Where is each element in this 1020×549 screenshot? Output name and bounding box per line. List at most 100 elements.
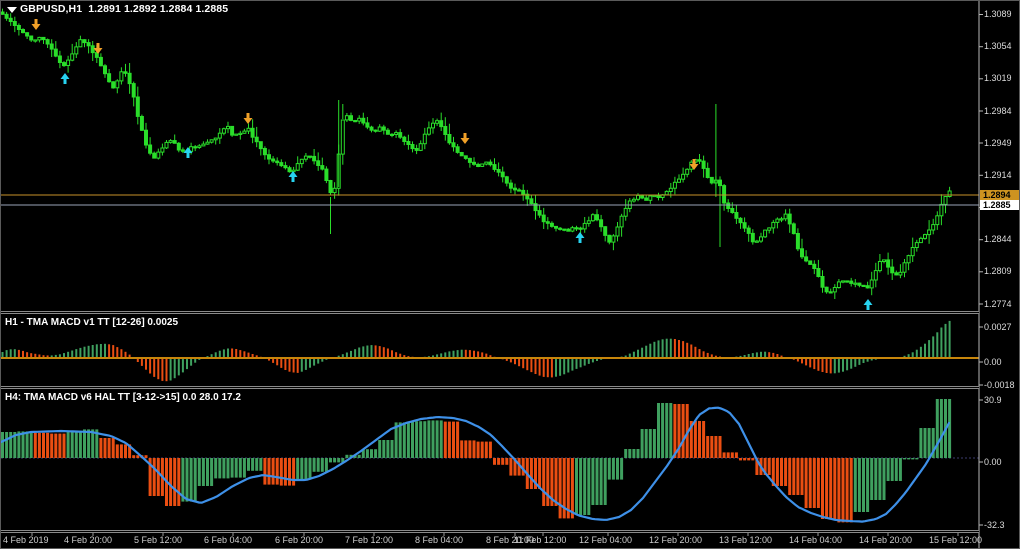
candle-body <box>853 282 858 285</box>
candle-body <box>205 141 210 145</box>
macd-h4-bar <box>796 458 800 495</box>
candle-body <box>664 190 669 196</box>
candle-body <box>250 127 255 138</box>
candle-body <box>271 158 276 162</box>
macd-h4-bar <box>624 449 628 458</box>
macd-h1-bar <box>542 358 545 377</box>
candle-body <box>156 151 161 159</box>
macd-h4-bar <box>607 458 611 480</box>
candle-body <box>869 279 874 289</box>
candle-body <box>135 96 140 117</box>
macd-h4-bar <box>821 458 824 519</box>
macd-h1-axis-label: 0.00 <box>984 357 1002 367</box>
pane-separator-2[interactable] <box>1 386 979 389</box>
candle-body <box>291 169 296 173</box>
quote-high: 1.2892 <box>123 3 157 15</box>
macd-h4-bar <box>206 458 209 486</box>
macd-h4-bar <box>611 458 615 480</box>
macd-h1-bar <box>805 358 808 366</box>
candle-body <box>931 224 936 231</box>
macd-h4-bar <box>529 458 533 489</box>
pane-separator-3[interactable] <box>1 530 979 533</box>
candle-body <box>820 276 825 288</box>
macd-h4-bar <box>542 458 546 506</box>
candle-body <box>590 214 595 222</box>
macd-h1-bar <box>382 347 385 358</box>
macd-h1-bar <box>169 358 172 381</box>
candle-body <box>529 198 534 205</box>
candle-body <box>644 197 649 201</box>
candle-body <box>111 81 116 89</box>
candle-body <box>160 147 165 153</box>
macd-h4-bar <box>603 458 607 505</box>
macd-h1-bar <box>821 358 824 372</box>
macd-h4-bar <box>107 438 111 458</box>
macd-h4-bar <box>468 440 472 458</box>
macd-h4-bar <box>242 458 246 478</box>
macd-h4-bar <box>702 421 706 458</box>
macd-h1-bar <box>227 348 229 358</box>
macd-h1-bar <box>222 349 225 358</box>
macd-h1-bar <box>669 338 672 358</box>
candle-body <box>640 194 645 199</box>
macd-h1-bar <box>665 338 668 358</box>
candle-body <box>373 129 378 132</box>
macd-h1-bar <box>378 346 381 358</box>
candle-body <box>394 132 399 136</box>
macd-h4-bar <box>734 452 738 458</box>
candle-body <box>734 212 739 219</box>
candle-body <box>816 268 821 277</box>
candle-body <box>463 155 468 159</box>
candle-body <box>890 266 895 274</box>
macd-h1-bar <box>538 358 541 376</box>
macd-h4-bar <box>357 454 361 458</box>
macd-h1-bar <box>452 350 455 358</box>
macd-h4-bar <box>230 458 234 478</box>
candle-body <box>455 146 460 153</box>
price-axis-label: 1.2809 <box>984 266 1012 277</box>
candle-body <box>119 71 124 82</box>
candle-body <box>4 13 9 19</box>
macd-h4-bar <box>78 431 82 458</box>
macd-h1-bar <box>181 358 184 373</box>
candle-body <box>201 143 206 147</box>
macd-h1-bar <box>702 351 705 358</box>
macd-h4-bar <box>554 458 558 506</box>
candle-body <box>176 142 181 151</box>
macd-h1-bar <box>919 346 922 358</box>
macd-h1-bar <box>309 358 311 368</box>
macd-h1-bar <box>456 350 459 358</box>
macd-h4-bar <box>628 449 632 458</box>
macd-h4-bar <box>1 432 4 458</box>
sell-signal-arrow-icon <box>31 19 41 30</box>
candle-body <box>947 190 952 197</box>
macd-h4-bar <box>255 458 259 471</box>
macd-h4-bar <box>669 403 673 458</box>
macd-h4-axis-label: 0.00 <box>984 457 1002 467</box>
macd-h4-bar <box>886 458 890 481</box>
candle-body <box>599 219 604 228</box>
macd-h1-bar <box>218 350 221 358</box>
macd-h4-bar <box>616 458 619 480</box>
macd-h1-bar <box>657 340 660 358</box>
candle-body <box>914 242 919 249</box>
candle-body <box>779 218 784 221</box>
symbol-dropdown-icon[interactable] <box>7 7 17 13</box>
macd-h4-bar <box>501 458 505 465</box>
sell-signal-arrow-icon <box>243 113 253 124</box>
macd-h4-bar <box>251 458 255 471</box>
macd-h4-bar <box>189 458 193 502</box>
candle-body <box>611 235 616 243</box>
candle-body <box>578 227 583 230</box>
candle-body <box>332 187 337 194</box>
chart-canvas[interactable] <box>1 1 1020 549</box>
candle-body <box>906 255 911 264</box>
candle-body <box>586 220 591 224</box>
macd-h4-bar <box>935 399 939 458</box>
candle-body <box>754 240 759 243</box>
pane-separator-1[interactable] <box>1 311 979 314</box>
candle-body <box>406 141 411 145</box>
candle-body <box>791 223 796 235</box>
macd-h4-bar <box>37 432 41 458</box>
macd-h4-bar <box>452 421 455 458</box>
